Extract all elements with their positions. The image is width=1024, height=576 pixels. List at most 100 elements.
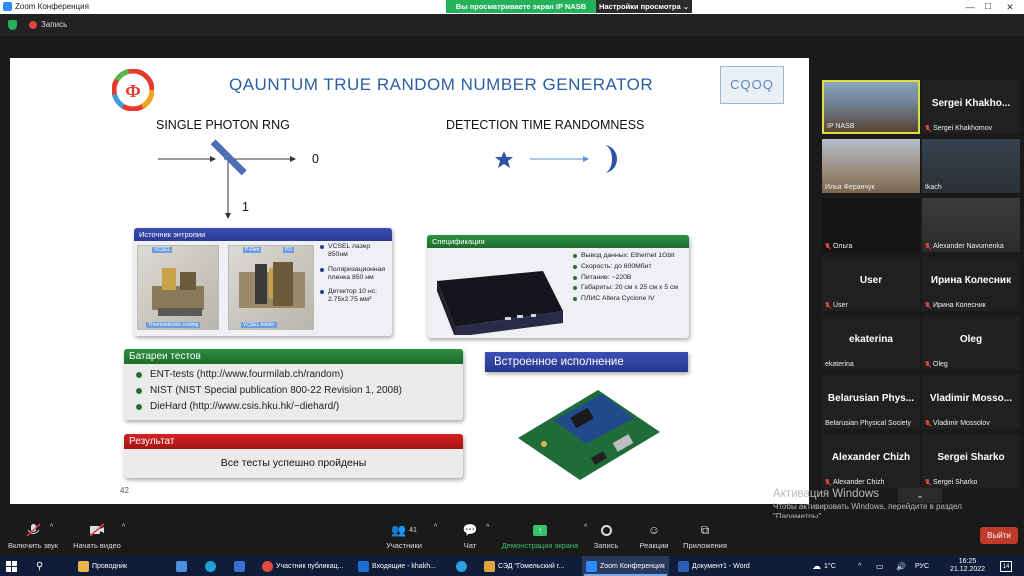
network-icon[interactable]: ▭ <box>876 556 884 576</box>
share-banner: Вы просматриваете экран IP NASB Настройк… <box>446 0 692 13</box>
participant-tile[interactable]: Vladimir Mosso... Vladimir Mossolov <box>922 375 1020 429</box>
tests-header: Батареи тестов <box>124 349 463 364</box>
participant-tile[interactable]: Alexander Chizh Alexander Chizh <box>822 434 920 488</box>
participant-tile[interactable]: User User <box>822 257 920 311</box>
window-title: Zoom Конференция <box>15 2 89 11</box>
participant-display: User <box>859 275 883 286</box>
spec-header: Спецификация <box>427 235 689 248</box>
taskbar-pinned[interactable] <box>234 556 245 576</box>
start-button[interactable] <box>6 556 17 576</box>
pd-tag: PD <box>283 247 294 253</box>
mic-muted-icon <box>925 125 931 132</box>
participant-tile[interactable]: Sergei Sharko Sergei Sharko <box>922 434 1020 488</box>
recording-label[interactable]: Запись <box>41 20 67 29</box>
chat-label: Чат <box>463 541 477 550</box>
mic-muted-icon <box>825 302 831 309</box>
output-one-label: 1 <box>242 200 249 214</box>
spec-item: Вывод данных: Ethernet 1Gbit <box>573 252 687 260</box>
participants-icon: 👥 <box>391 523 407 537</box>
participant-tile[interactable]: Belarusian Phys... Belarusian Physical S… <box>822 375 920 429</box>
entropy-header: Источник энтропии <box>134 228 392 241</box>
participant-name: Vladimir Mossolov <box>933 420 990 427</box>
clock-date: 21.12.2022 <box>950 566 986 573</box>
participant-display: ekaterina <box>849 334 893 345</box>
participant-tile[interactable]: IP NASB <box>822 80 920 134</box>
unmute-button[interactable]: Включить звук <box>4 522 62 550</box>
participant-display: Oleg <box>959 334 983 345</box>
participants-chevron-icon[interactable]: ^ <box>434 524 437 531</box>
mic-muted-icon <box>825 479 831 486</box>
mic-muted-icon <box>925 302 931 309</box>
taskbar-chrome[interactable]: Участник публикац... <box>262 556 344 576</box>
chrome-icon <box>262 560 273 572</box>
participant-tile[interactable]: Ирина Колесник Ирина Колесник <box>922 257 1020 311</box>
entropy-spec-list: VCSEL лазер 850нм Поляризационная пленка… <box>320 243 390 307</box>
participant-name: Илья Феранчук <box>825 184 875 191</box>
share-chevron-icon[interactable]: ^ <box>584 524 587 531</box>
vcsel-assembly-image <box>152 268 204 316</box>
participant-name: Sergei Sharko <box>933 479 978 486</box>
mic-muted-icon <box>925 479 931 486</box>
chat-icon: 💬 <box>462 523 478 537</box>
chat-button[interactable]: 💬 Чат <box>456 522 484 550</box>
taskbar-pinned[interactable] <box>205 556 216 576</box>
tray-chevron-icon[interactable]: ^ <box>858 556 861 576</box>
start-video-label: Начать видео <box>73 541 121 550</box>
taskbar-label: Документ1 - Word <box>692 562 750 570</box>
participant-display: Sergei Sharko <box>937 452 1005 463</box>
participant-tile[interactable]: Sergei Khakho... Sergei Khakhomov <box>922 80 1020 134</box>
participant-display: Belarusian Phys... <box>827 393 915 404</box>
language-indicator[interactable]: РУС <box>915 556 929 576</box>
participant-display: Alexander Chizh <box>831 452 911 463</box>
video-options-chevron-icon[interactable]: ^ <box>122 524 125 531</box>
film-photo: P-Film PD VCSEL holder <box>228 245 314 330</box>
folder-icon <box>78 560 89 572</box>
taskbar-outlook[interactable]: Входящие - khakh... <box>358 556 436 576</box>
participant-tile[interactable]: ekaterina ekaterina <box>822 316 920 370</box>
reactions-icon: ☺ <box>647 523 661 537</box>
taskbar-label: Проводник <box>92 562 128 570</box>
mic-muted-icon <box>825 243 831 250</box>
reactions-button[interactable]: ☺ Реакции <box>636 522 672 550</box>
weather-widget[interactable]: ☁ 1°C <box>812 556 836 576</box>
tests-list: ENT-tests (http://www.fourmilab.ch/rando… <box>124 364 463 412</box>
participant-tile[interactable]: tkach <box>922 139 1020 193</box>
record-button[interactable]: Запись <box>588 522 624 550</box>
participant-name: IP NASB <box>827 123 855 130</box>
result-header: Результат <box>124 434 463 449</box>
notification-button[interactable]: 14 <box>1000 556 1012 576</box>
participant-name: Ирина Колесник <box>933 302 986 309</box>
participant-name: Ольга <box>833 243 853 250</box>
taskbar-pinned[interactable] <box>456 556 467 576</box>
audio-options-chevron-icon[interactable]: ^ <box>50 524 53 531</box>
participant-tile[interactable]: Oleg Oleg <box>922 316 1020 370</box>
mic-muted-icon <box>925 361 931 368</box>
participant-tile[interactable]: Alexander Navumenka <box>922 198 1020 252</box>
chat-chevron-icon[interactable]: ^ <box>486 524 489 531</box>
taskbar-explorer[interactable]: Проводник <box>78 556 127 576</box>
record-label: Запись <box>593 541 619 550</box>
volume-icon[interactable]: 🔊 <box>896 556 906 576</box>
taskbar-pinned[interactable] <box>176 556 187 576</box>
leave-button[interactable]: Выйти <box>980 527 1018 544</box>
clock[interactable]: 16:25 21.12.2022 <box>950 558 985 574</box>
close-button[interactable]: ✕ <box>996 0 1024 14</box>
test-item: NIST (NIST Special publication 800-22 Re… <box>136 385 463 396</box>
taskbar-word[interactable]: Документ1 - Word <box>678 556 750 576</box>
taskbar-sed[interactable]: СЭД "Гомельский г... <box>484 556 564 576</box>
apps-button[interactable]: ⧉ Приложения <box>680 522 730 551</box>
participants-count: 41 <box>409 526 417 534</box>
share-screen-button[interactable]: ↑ Демонстрация экрана <box>499 522 581 550</box>
participants-button[interactable]: 👥 41 Участники <box>382 522 426 550</box>
pd-assembly-image <box>239 262 305 308</box>
start-video-button[interactable]: Начать видео <box>68 522 126 550</box>
security-shield-icon[interactable] <box>8 20 17 30</box>
participant-tile[interactable]: Ольга <box>822 198 920 252</box>
participant-name: ekaterina <box>825 361 854 368</box>
participant-tile[interactable]: Илья Феранчук <box>822 139 920 193</box>
notification-badge: 14 <box>1000 560 1012 572</box>
taskbar-zoom[interactable]: Zoom Конференция <box>582 556 669 576</box>
search-icon[interactable]: ⚲ <box>36 556 43 576</box>
p-film-tag: P-Film <box>243 247 262 253</box>
view-options-button[interactable]: Настройки просмотра ⌄ <box>596 0 692 13</box>
